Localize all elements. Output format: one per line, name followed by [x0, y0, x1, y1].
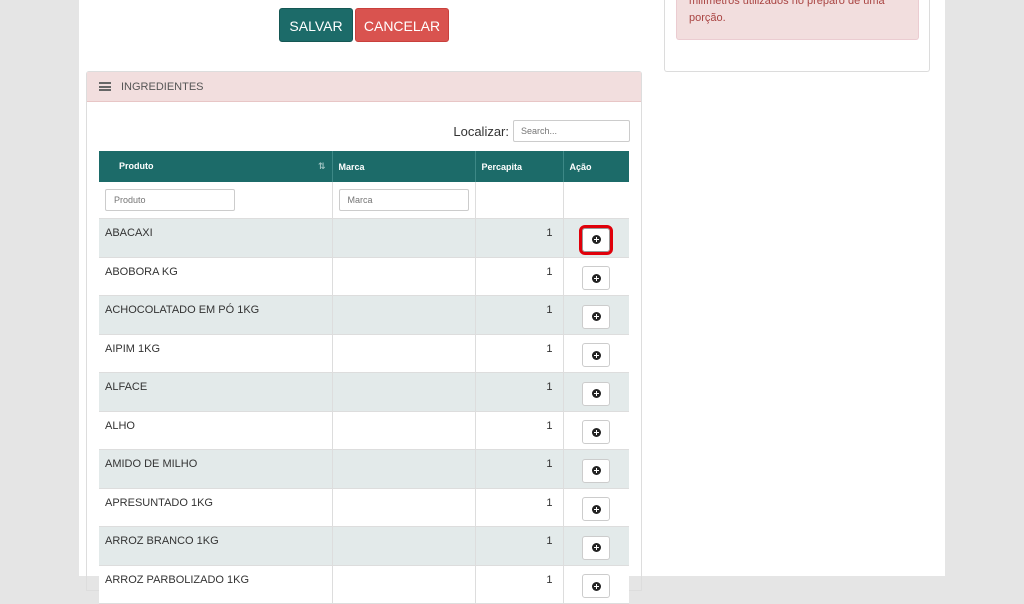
column-header-produto[interactable]: Produto ⇅: [99, 151, 333, 182]
cell-percapita: 1: [475, 372, 564, 412]
cell-acao: [563, 488, 629, 527]
save-button[interactable]: SALVAR: [279, 8, 353, 42]
cell-percapita: 1: [475, 565, 564, 604]
table-header-row: Produto ⇅ Marca Percapita Ação: [99, 151, 629, 182]
cell-acao: [563, 334, 629, 373]
alert-message: milímetros utilizados no preparo de uma …: [676, 0, 919, 40]
plus-circle-icon: [591, 581, 601, 591]
add-ingredient-button[interactable]: [582, 535, 611, 560]
add-ingredient-button[interactable]: [582, 381, 611, 406]
sort-icon[interactable]: ⇅: [318, 161, 326, 172]
plus-circle-icon: [591, 235, 601, 245]
ingredients-table: Produto ⇅ Marca Percapita Ação ABACAXI1A…: [99, 151, 629, 604]
add-ingredient-button[interactable]: [582, 574, 611, 599]
cell-produto: AMIDO DE MILHO: [99, 449, 333, 489]
panel-header: INGREDIENTES: [87, 72, 641, 102]
plus-circle-icon: [591, 389, 601, 399]
table-row: ARROZ PARBOLIZADO 1KG 1: [99, 565, 629, 604]
filter-row: [99, 182, 629, 219]
cell-acao: [563, 411, 629, 450]
ingredients-panel: INGREDIENTES Localizar: Produto ⇅ Marca: [86, 71, 642, 604]
cell-marca: [332, 565, 476, 604]
list-icon: [99, 82, 111, 91]
cell-acao: [563, 372, 629, 412]
search-input[interactable]: [513, 120, 630, 142]
cell-percapita: 1: [475, 257, 564, 296]
page-container: SALVAR CANCELAR milímetros utilizados no…: [79, 0, 945, 604]
search-row: Localizar:: [453, 120, 630, 142]
cell-acao: [563, 295, 629, 335]
cell-marca: [332, 449, 476, 489]
plus-circle-icon: [591, 312, 601, 322]
table-row: ABACAXI 1: [99, 218, 629, 258]
add-ingredient-button[interactable]: [582, 343, 611, 368]
column-header-marca[interactable]: Marca: [332, 151, 476, 182]
add-ingredient-button[interactable]: [582, 266, 611, 291]
cell-marca: [332, 372, 476, 412]
cell-marca: [332, 257, 476, 296]
info-box: milímetros utilizados no preparo de uma …: [664, 0, 930, 72]
cell-produto: AIPIM 1KG: [99, 334, 333, 373]
table-row: ACHOCOLATADO EM PÓ 1KG 1: [99, 295, 629, 335]
cell-produto: ACHOCOLATADO EM PÓ 1KG: [99, 295, 333, 335]
add-ingredient-button[interactable]: [582, 497, 611, 522]
plus-circle-icon: [591, 504, 601, 514]
filter-marca-input[interactable]: [338, 189, 469, 211]
table-row: ABOBORA KG 1: [99, 257, 629, 296]
table-row: APRESUNTADO 1KG 1: [99, 488, 629, 527]
cell-acao: [563, 218, 629, 258]
cell-acao: [563, 449, 629, 489]
cell-percapita: 1: [475, 334, 564, 373]
cell-marca: [332, 488, 476, 527]
cell-produto: ARROZ BRANCO 1KG: [99, 526, 333, 566]
add-ingredient-button[interactable]: [579, 224, 614, 255]
cell-percapita: 1: [475, 449, 564, 489]
cell-percapita: 1: [475, 488, 564, 527]
plus-circle-icon: [591, 427, 601, 437]
add-ingredient-button[interactable]: [582, 458, 611, 483]
cell-produto: ABOBORA KG: [99, 257, 333, 296]
panel-title: INGREDIENTES: [121, 80, 204, 93]
table-row: ARROZ BRANCO 1KG 1: [99, 526, 629, 566]
table-row: ALFACE 1: [99, 372, 629, 412]
table-row: ALHO 1: [99, 411, 629, 450]
add-ingredient-button[interactable]: [582, 420, 611, 445]
plus-circle-icon: [591, 273, 601, 283]
table-row: AMIDO DE MILHO 1: [99, 449, 629, 489]
cell-produto: ABACAXI: [99, 218, 333, 258]
cell-marca: [332, 526, 476, 566]
search-label: Localizar:: [453, 123, 509, 139]
cancel-button[interactable]: CANCELAR: [355, 8, 449, 42]
column-header-percapita[interactable]: Percapita: [475, 151, 564, 182]
alert-text: milímetros utilizados no preparo de uma …: [689, 0, 885, 24]
cell-acao: [563, 257, 629, 296]
cell-acao: [563, 565, 629, 604]
cell-acao: [563, 526, 629, 566]
plus-circle-icon: [591, 466, 601, 476]
column-header-acao: Ação: [563, 151, 629, 182]
cell-percapita: 1: [475, 218, 564, 258]
cell-produto: ALFACE: [99, 372, 333, 412]
cell-produto: ARROZ PARBOLIZADO 1KG: [99, 565, 333, 604]
table-row: AIPIM 1KG 1: [99, 334, 629, 373]
cell-percapita: 1: [475, 295, 564, 335]
cell-marca: [332, 218, 476, 258]
filter-produto-input[interactable]: [105, 189, 235, 211]
cell-produto: ALHO: [99, 411, 333, 450]
plus-circle-icon: [591, 350, 601, 360]
plus-circle-icon: [591, 543, 601, 553]
cell-marca: [332, 411, 476, 450]
cell-percapita: 1: [475, 411, 564, 450]
add-ingredient-button[interactable]: [582, 304, 611, 329]
cell-marca: [332, 334, 476, 373]
cell-marca: [332, 295, 476, 335]
cell-percapita: 1: [475, 526, 564, 566]
cell-produto: APRESUNTADO 1KG: [99, 488, 333, 527]
